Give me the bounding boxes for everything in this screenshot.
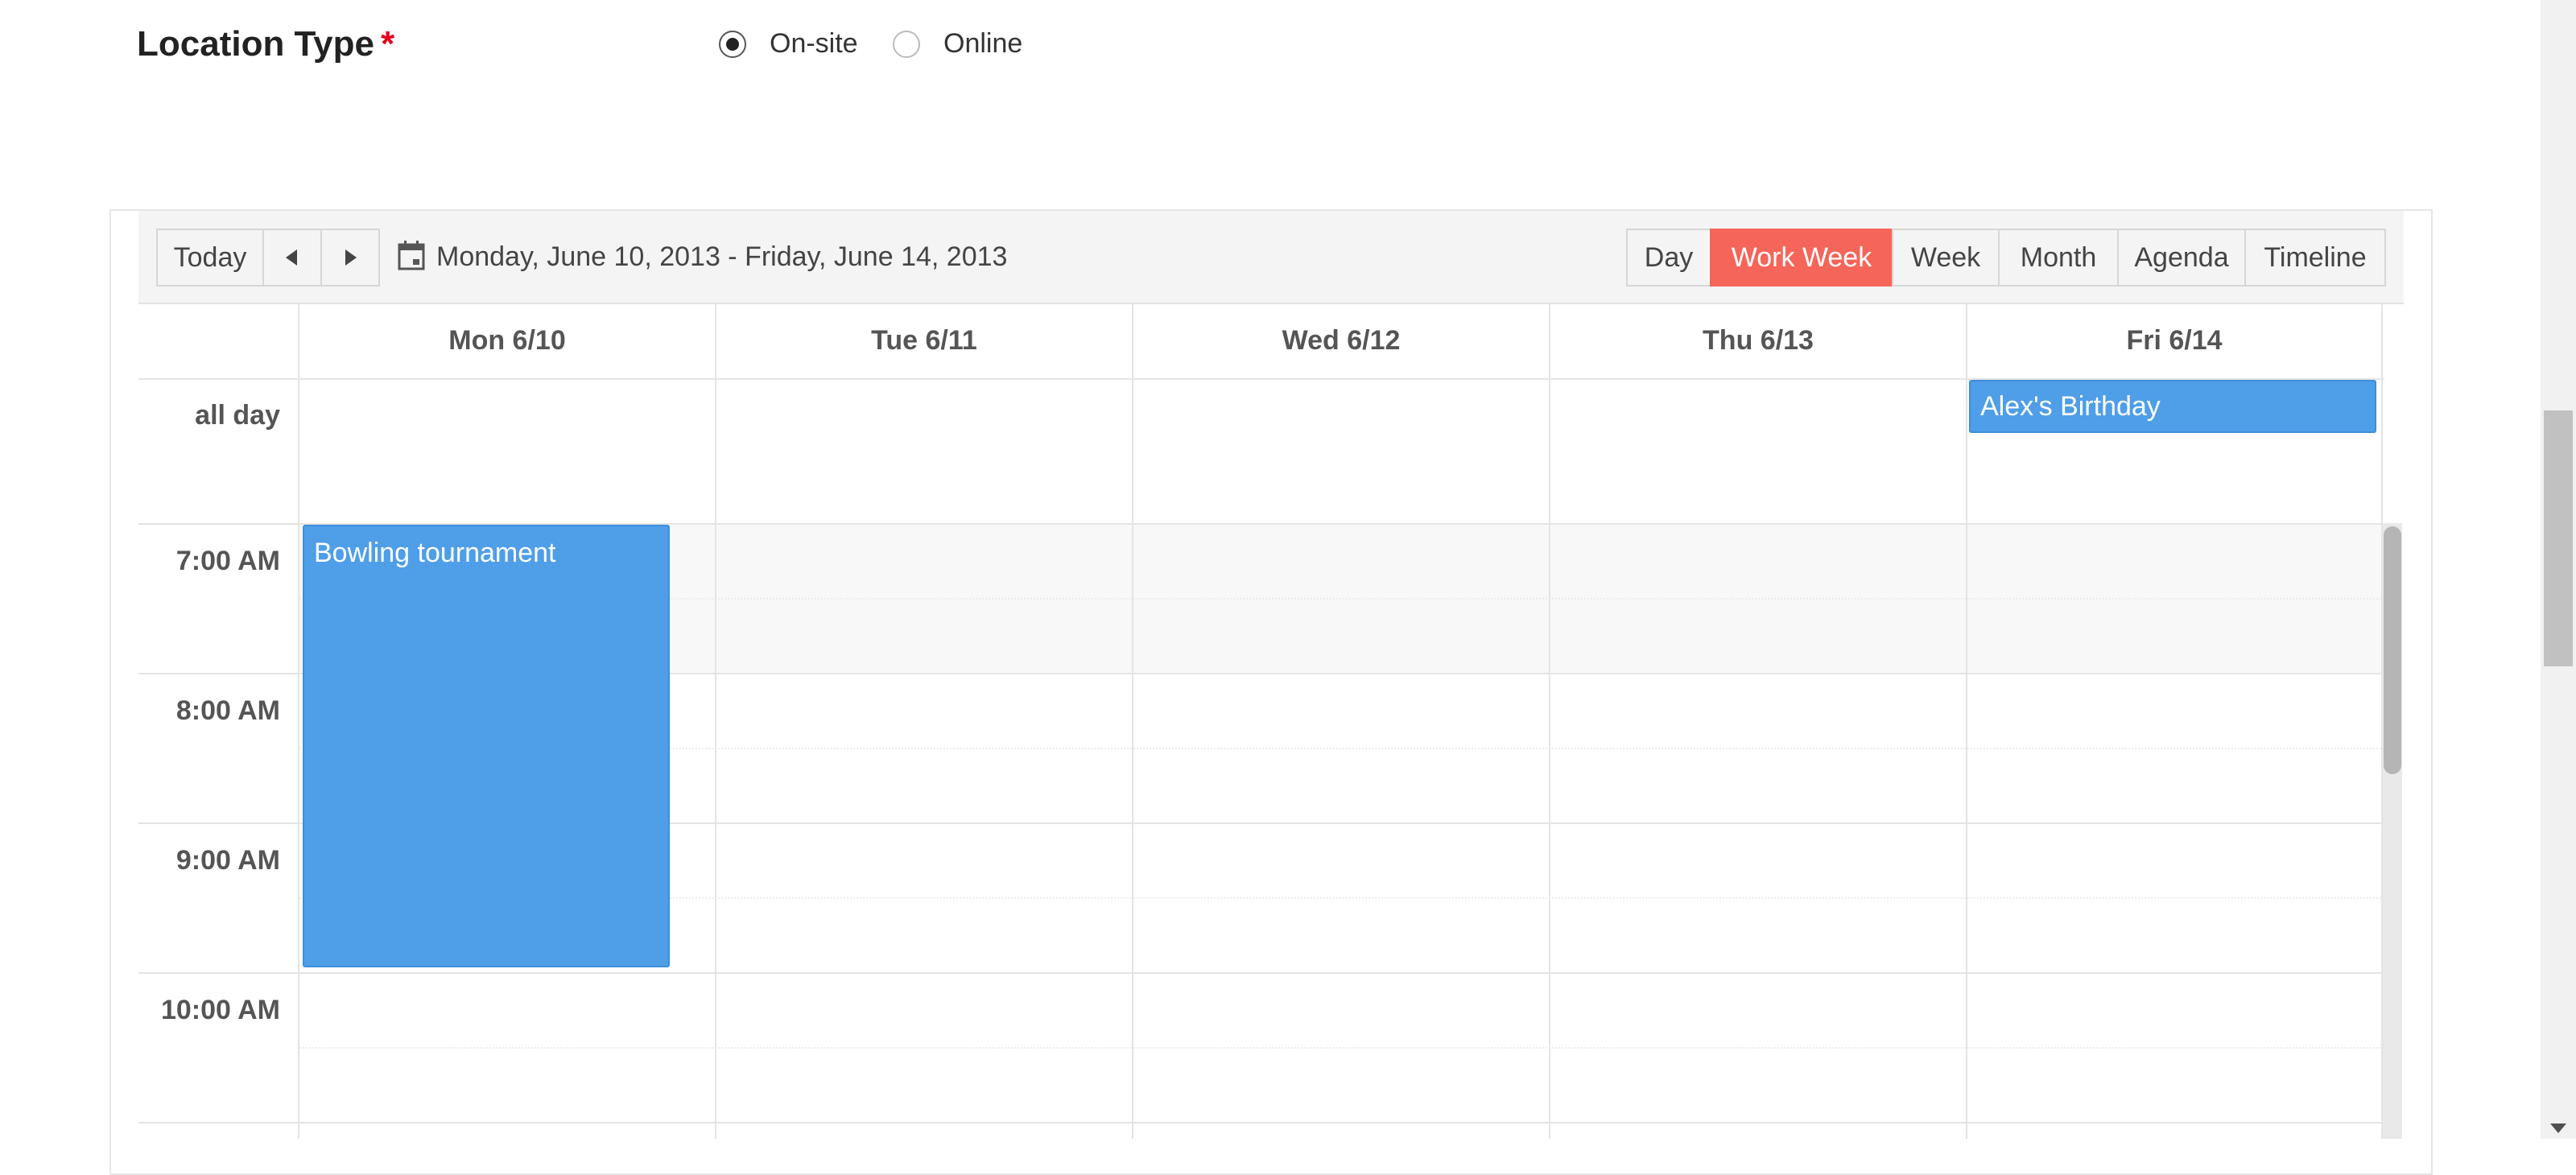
- event-bowling-tournament[interactable]: Bowling tournament: [303, 525, 670, 967]
- event-title: Bowling tournament: [314, 538, 556, 568]
- view-day-button[interactable]: Day: [1626, 229, 1711, 287]
- event-title: Alex's Birthday: [1980, 391, 2161, 422]
- radio-onsite-label[interactable]: On-site: [770, 28, 858, 60]
- column-divider: [1966, 304, 1967, 1139]
- time-label-7am: 7:00 AM: [175, 546, 280, 576]
- location-type-text: Location Type: [137, 24, 374, 64]
- hour-line: [138, 1122, 2384, 1123]
- page-scrollbar-thumb[interactable]: [2544, 410, 2573, 666]
- radio-online[interactable]: [893, 31, 920, 58]
- event-alexs-birthday[interactable]: Alex's Birthday: [1969, 380, 2376, 433]
- required-marker: *: [380, 24, 395, 64]
- day-header-mon: Mon 6/10: [448, 325, 566, 356]
- half-hour-line: [299, 1047, 2384, 1049]
- all-day-label: all day: [195, 400, 280, 431]
- next-button[interactable]: [320, 229, 380, 287]
- column-divider: [1132, 304, 1133, 1139]
- location-type-label: Location Type *: [137, 24, 394, 64]
- date-range-text[interactable]: Monday, June 10, 2013 - Friday, June 14,…: [436, 241, 1007, 273]
- day-header-wed: Wed 6/12: [1282, 325, 1401, 356]
- radio-onsite[interactable]: [719, 31, 746, 58]
- day-header-tue: Tue 6/11: [871, 325, 977, 356]
- scheduler-scrollbar-thumb[interactable]: [2384, 526, 2401, 774]
- column-divider: [298, 304, 299, 1139]
- chevron-right-icon: [345, 249, 357, 266]
- time-label-9am: 9:00 AM: [175, 845, 280, 876]
- radio-online-label[interactable]: Online: [943, 28, 1022, 60]
- hour-line: [138, 972, 2384, 974]
- date-range-picker[interactable]: [398, 240, 425, 274]
- column-divider: [715, 304, 716, 1139]
- chevron-left-icon: [286, 249, 297, 266]
- day-header-thu: Thu 6/13: [1703, 325, 1814, 356]
- view-month-button[interactable]: Month: [1998, 229, 2119, 287]
- view-agenda-button[interactable]: Agenda: [2117, 229, 2246, 287]
- day-header-fri: Fri 6/14: [2126, 325, 2223, 356]
- prev-button[interactable]: [262, 229, 322, 287]
- view-timeline-button[interactable]: Timeline: [2244, 229, 2386, 287]
- view-week-button[interactable]: Week: [1892, 229, 2000, 287]
- time-label-10am: 10:00 AM: [160, 995, 280, 1025]
- time-label-8am: 8:00 AM: [175, 695, 280, 726]
- column-divider: [1549, 304, 1550, 1139]
- calendar-icon: [398, 241, 425, 270]
- scroll-down-arrow-icon[interactable]: [2550, 1123, 2566, 1133]
- today-button[interactable]: Today: [156, 229, 264, 287]
- view-work-week-button[interactable]: Work Week: [1710, 229, 1893, 287]
